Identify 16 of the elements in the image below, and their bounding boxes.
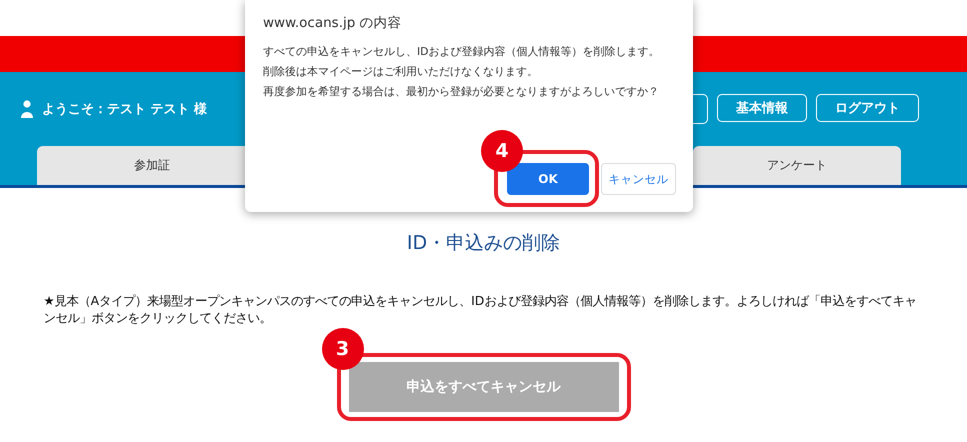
dialog-message: すべての申込をキャンセルし、IDおよび登録内容（個人情報等）を削除します。	[263, 44, 660, 60]
cancel-all-button[interactable]: 申込をすべてキャンセル	[348, 362, 618, 412]
ok-button[interactable]: OK	[507, 163, 589, 195]
dialog-message: 再度参加を希望する場合は、最初から登録が必要となりますがよろしいですか？	[263, 84, 660, 100]
header-button[interactable]: 基本情報	[717, 94, 807, 122]
notice-text: ★見本（Aタイプ）来場型オープンキャンパスのすべての申込をキャンセルし、IDおよび登録内容（個人情報等）を削除します。よろしければ「申込をすべてキャンセル」ボタンをクリックしてください。	[44, 292, 918, 326]
dialog-title: www.ocans.jp の内容	[263, 14, 403, 32]
cancel-button[interactable]: キャンセル	[601, 163, 676, 195]
header-button[interactable]: ログアウト	[816, 94, 919, 122]
dialog-message: 削除後は本マイページはご利用いただけなくなります。	[263, 64, 539, 80]
step-badge: 3	[322, 328, 364, 370]
welcome-text: ようこそ：テスト テスト 様	[42, 101, 208, 118]
step-badge: 4	[481, 130, 523, 172]
page-heading: ID・申込みの削除	[406, 231, 560, 256]
tab[interactable]: アンケート	[693, 146, 901, 185]
user-icon	[20, 100, 34, 118]
